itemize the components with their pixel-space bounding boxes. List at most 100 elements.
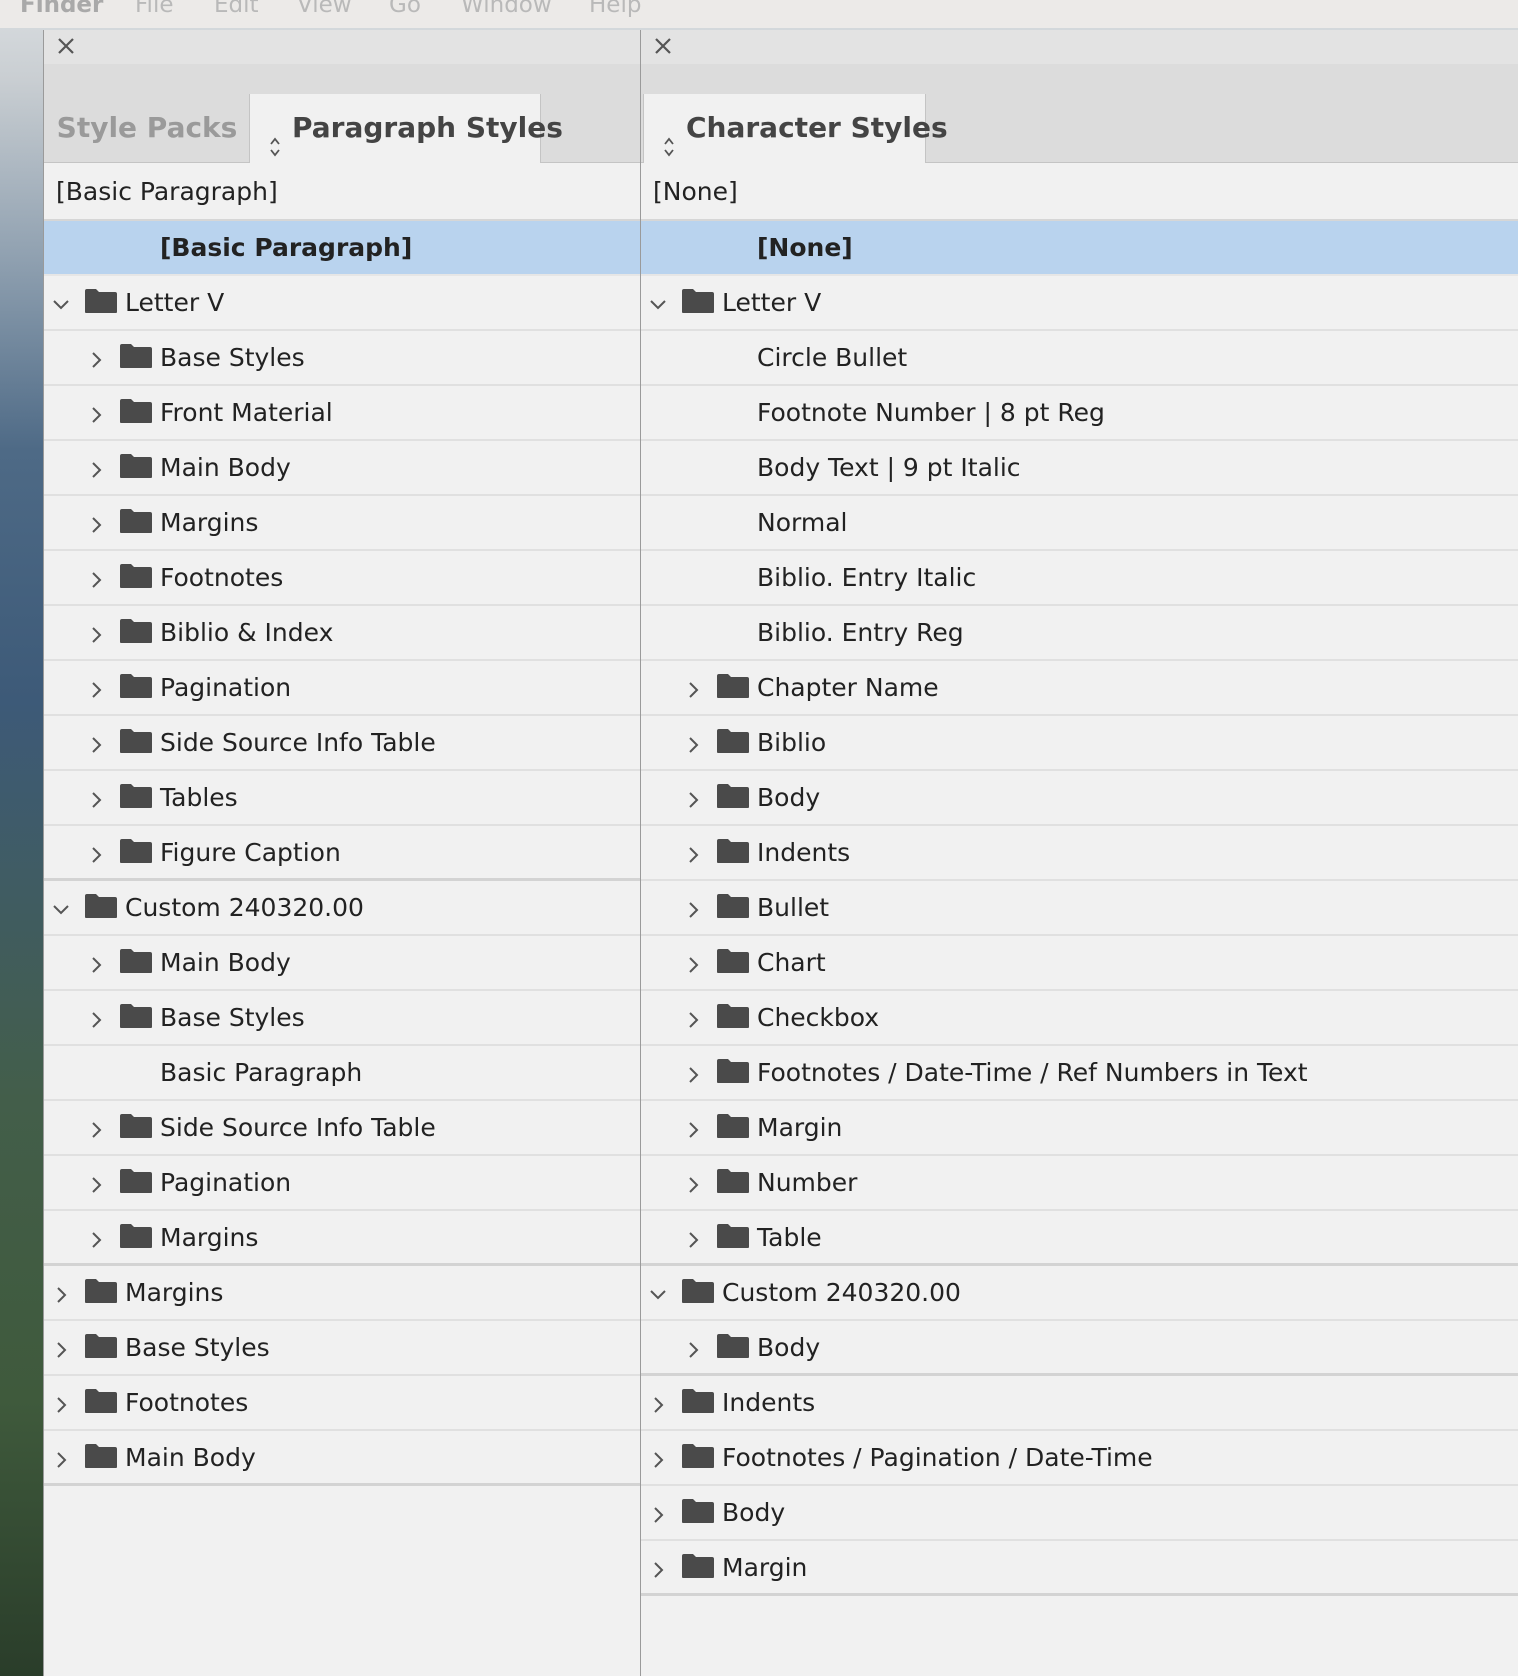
folder-row-indents[interactable]: Indents [641, 826, 1518, 881]
chevron-right-icon[interactable] [86, 402, 106, 423]
folder-row-footnotes[interactable]: Footnotes [44, 1376, 640, 1431]
up-down-arrows-icon[interactable] [268, 115, 282, 157]
chevron-right-icon[interactable] [683, 1337, 703, 1358]
chevron-right-icon[interactable] [683, 677, 703, 698]
chevron-right-icon[interactable] [86, 677, 106, 698]
chevron-right-icon[interactable] [86, 732, 106, 753]
folder-row-footnotes[interactable]: Footnotes [44, 551, 640, 606]
folder-row-body[interactable]: Body [641, 1486, 1518, 1541]
chevron-right-icon[interactable] [86, 1227, 106, 1248]
style-row-footnote-number-8-pt-reg[interactable]: Footnote Number | 8 pt Reg [641, 386, 1518, 441]
chevron-right-icon[interactable] [683, 732, 703, 753]
folder-row-margin[interactable]: Margin [641, 1101, 1518, 1156]
folder-row-biblio-index[interactable]: Biblio & Index [44, 606, 640, 661]
folder-row-custom-240320-00[interactable]: Custom 240320.00 [44, 881, 640, 936]
chevron-right-icon[interactable] [683, 1117, 703, 1138]
chevron-down-icon[interactable] [51, 292, 71, 312]
menu-view[interactable]: View [297, 0, 352, 18]
chevron-right-icon[interactable] [51, 1392, 71, 1413]
close-icon[interactable] [54, 34, 78, 58]
folder-row-front-material[interactable]: Front Material [44, 386, 640, 441]
tab-character-styles[interactable]: Character Styles [643, 94, 948, 163]
chevron-down-icon[interactable] [51, 897, 71, 917]
chevron-right-icon[interactable] [683, 1172, 703, 1193]
folder-row-margins[interactable]: Margins [44, 496, 640, 551]
style-row-biblio-entry-italic[interactable]: Biblio. Entry Italic [641, 551, 1518, 606]
folder-row-margins[interactable]: Margins [44, 1211, 640, 1266]
folder-row-table[interactable]: Table [641, 1211, 1518, 1266]
menu-help[interactable]: Help [589, 0, 641, 18]
style-row-body-text-9-pt-italic[interactable]: Body Text | 9 pt Italic [641, 441, 1518, 496]
folder-row-number[interactable]: Number [641, 1156, 1518, 1211]
folder-row-side-source-info-table[interactable]: Side Source Info Table [44, 1101, 640, 1156]
chevron-right-icon[interactable] [86, 512, 106, 533]
folder-row-figure-caption[interactable]: Figure Caption [44, 826, 640, 881]
menu-file[interactable]: File [135, 0, 174, 18]
chevron-right-icon[interactable] [683, 842, 703, 863]
menu-go[interactable]: Go [389, 0, 421, 18]
folder-row-margins[interactable]: Margins [44, 1266, 640, 1321]
tab-style-packs[interactable]: Style Packs [46, 94, 248, 162]
chevron-right-icon[interactable] [648, 1447, 668, 1468]
folder-row-margin[interactable]: Margin [641, 1541, 1518, 1596]
style-row-basic-paragraph[interactable]: Basic Paragraph [44, 1046, 640, 1101]
folder-row-base-styles[interactable]: Base Styles [44, 991, 640, 1046]
chevron-right-icon[interactable] [86, 457, 106, 478]
folder-row-pagination[interactable]: Pagination [44, 1156, 640, 1211]
folder-row-biblio[interactable]: Biblio [641, 716, 1518, 771]
folder-row-custom-240320-00[interactable]: Custom 240320.00 [641, 1266, 1518, 1321]
chevron-right-icon[interactable] [648, 1502, 668, 1523]
folder-row-body[interactable]: Body [641, 1321, 1518, 1376]
chevron-right-icon[interactable] [683, 1227, 703, 1248]
tab-paragraph-styles[interactable]: Paragraph Styles [249, 94, 563, 163]
chevron-right-icon[interactable] [683, 1007, 703, 1028]
menu-edit[interactable]: Edit [214, 0, 259, 18]
chevron-right-icon[interactable] [683, 897, 703, 918]
style-row-circle-bullet[interactable]: Circle Bullet [641, 331, 1518, 386]
folder-row-bullet[interactable]: Bullet [641, 881, 1518, 936]
folder-row-indents[interactable]: Indents [641, 1376, 1518, 1431]
chevron-right-icon[interactable] [86, 347, 106, 368]
style-row-basic-paragraph[interactable]: [Basic Paragraph] [44, 221, 640, 276]
folder-row-chart[interactable]: Chart [641, 936, 1518, 991]
chevron-right-icon[interactable] [86, 1007, 106, 1028]
chevron-right-icon[interactable] [683, 1062, 703, 1083]
chevron-right-icon[interactable] [648, 1392, 668, 1413]
style-row-none[interactable]: [None] [641, 221, 1518, 276]
chevron-right-icon[interactable] [51, 1282, 71, 1303]
folder-row-chapter-name[interactable]: Chapter Name [641, 661, 1518, 716]
folder-row-main-body[interactable]: Main Body [44, 1431, 640, 1486]
folder-row-footnotes-date-time-ref-numbers-in-text[interactable]: Footnotes / Date-Time / Ref Numbers in T… [641, 1046, 1518, 1101]
folder-row-base-styles[interactable]: Base Styles [44, 331, 640, 386]
chevron-right-icon[interactable] [86, 622, 106, 643]
menu-app-finder[interactable]: Finder [20, 0, 103, 18]
folder-row-body[interactable]: Body [641, 771, 1518, 826]
chevron-right-icon[interactable] [648, 1557, 668, 1578]
up-down-arrows-icon[interactable] [662, 115, 676, 157]
folder-row-tables[interactable]: Tables [44, 771, 640, 826]
chevron-down-icon[interactable] [648, 1282, 668, 1302]
folder-row-footnotes-pagination-date-time[interactable]: Footnotes / Pagination / Date-Time [641, 1431, 1518, 1486]
chevron-right-icon[interactable] [86, 1172, 106, 1193]
menu-window[interactable]: Window [461, 0, 552, 18]
folder-row-checkbox[interactable]: Checkbox [641, 991, 1518, 1046]
folder-row-side-source-info-table[interactable]: Side Source Info Table [44, 716, 640, 771]
chevron-right-icon[interactable] [86, 952, 106, 973]
style-row-normal[interactable]: Normal [641, 496, 1518, 551]
folder-row-main-body[interactable]: Main Body [44, 441, 640, 496]
folder-row-main-body[interactable]: Main Body [44, 936, 640, 991]
chevron-down-icon[interactable] [648, 292, 668, 312]
folder-row-pagination[interactable]: Pagination [44, 661, 640, 716]
chevron-right-icon[interactable] [86, 787, 106, 808]
chevron-right-icon[interactable] [86, 1117, 106, 1138]
style-row-biblio-entry-reg[interactable]: Biblio. Entry Reg [641, 606, 1518, 661]
chevron-right-icon[interactable] [683, 787, 703, 808]
chevron-right-icon[interactable] [683, 952, 703, 973]
chevron-right-icon[interactable] [51, 1447, 71, 1468]
folder-row-base-styles[interactable]: Base Styles [44, 1321, 640, 1376]
close-icon[interactable] [651, 34, 675, 58]
chevron-right-icon[interactable] [86, 567, 106, 588]
chevron-right-icon[interactable] [86, 842, 106, 863]
folder-row-letter-v[interactable]: Letter V [44, 276, 640, 331]
folder-row-letter-v[interactable]: Letter V [641, 276, 1518, 331]
